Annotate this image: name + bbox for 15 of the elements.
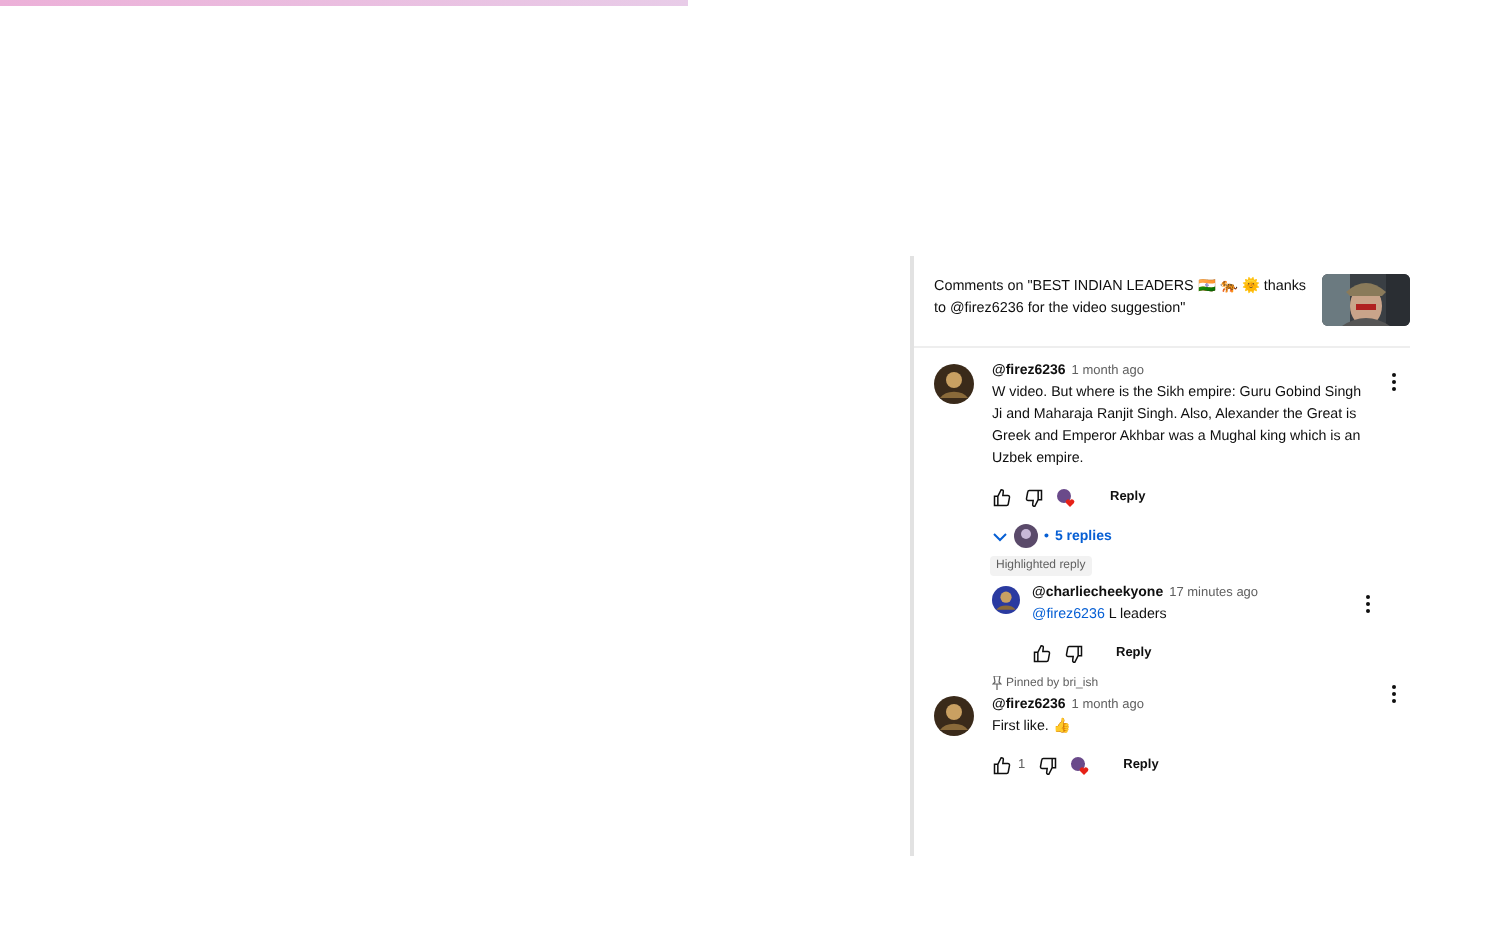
avatar[interactable] (992, 586, 1020, 614)
avatar[interactable] (934, 364, 974, 404)
thumbs-down-icon[interactable] (1037, 755, 1058, 775)
avatar[interactable] (934, 696, 974, 736)
thumbs-down-icon[interactable] (1024, 487, 1044, 507)
more-icon[interactable] (1364, 594, 1372, 614)
thumbs-up-icon[interactable] (1032, 643, 1052, 663)
chevron-down-icon (992, 531, 1008, 541)
pin-icon (992, 676, 1002, 690)
more-icon[interactable] (1390, 372, 1398, 392)
thumbs-up-icon[interactable] (992, 755, 1012, 775)
thumbs-down-icon[interactable] (1064, 643, 1084, 663)
thumbs-up-icon[interactable] (992, 487, 1012, 507)
avatar (1014, 524, 1038, 548)
more-icon[interactable] (1390, 684, 1398, 704)
